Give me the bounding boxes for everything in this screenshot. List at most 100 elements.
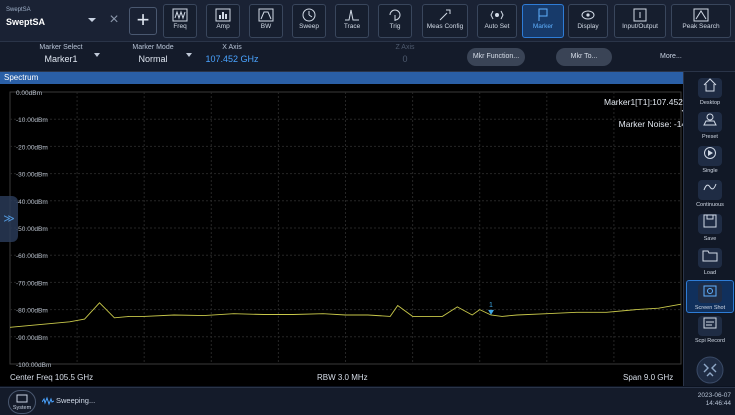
- chevron-down-icon[interactable]: [88, 16, 96, 24]
- rbw-label: RBW 3.0 MHz: [317, 373, 368, 382]
- save-button[interactable]: Save: [686, 212, 734, 245]
- app-name: SweptSA: [6, 17, 46, 27]
- wrench-icon: [439, 9, 451, 21]
- save-label: Save: [703, 236, 717, 242]
- display-label: Display: [577, 23, 599, 30]
- display-button[interactable]: Display: [568, 4, 608, 38]
- y-tick-label: 0.00dBm: [16, 90, 42, 97]
- app-title[interactable]: SweptSA SweptSA: [6, 7, 92, 37]
- marker-select-caption: Marker Select: [39, 44, 83, 51]
- x-axis-field[interactable]: X Axis 107.452 GHz: [192, 44, 272, 70]
- load-label: Load: [703, 270, 717, 276]
- desktop-button[interactable]: Desktop: [686, 76, 734, 109]
- trace-label: Trace: [343, 23, 361, 30]
- top-toolbar: SweptSA SweptSA × + Freq Amp BW Sweep Tr…: [0, 0, 735, 42]
- continuous-sweep-icon: [703, 183, 717, 191]
- screen-shot-button[interactable]: Screen Shot: [686, 280, 734, 313]
- datetime: 2023-06-07 14:46:44: [698, 392, 731, 408]
- home-icon: [703, 78, 717, 92]
- sweeping-indicator-icon: [42, 396, 54, 406]
- y-tick-label: -70.00dBm: [16, 280, 48, 287]
- eye-icon: [581, 10, 595, 20]
- input-output-icon: [633, 8, 647, 22]
- trig-label: Trig: [389, 23, 401, 30]
- app-launcher-icon[interactable]: [694, 356, 726, 384]
- scpi-record-label: Scpi Record: [695, 338, 725, 344]
- freq-label: Freq: [173, 23, 187, 30]
- meas-config-button[interactable]: Meas Config: [422, 4, 468, 38]
- z-axis-value: 0: [402, 54, 408, 64]
- auto-set-button[interactable]: Auto Set: [477, 4, 517, 38]
- peak-search-button[interactable]: Peak Search: [671, 4, 731, 38]
- single-label: Single: [702, 168, 718, 174]
- auto-set-label: Auto Set: [484, 23, 510, 30]
- marker-flag-icon: [538, 8, 548, 21]
- more-button[interactable]: More...: [660, 53, 682, 60]
- marker-label: Marker: [532, 23, 554, 30]
- marker-menu-bar: Marker Select Marker1 Marker Mode Normal…: [0, 42, 735, 72]
- desktop-label: Desktop: [699, 100, 721, 106]
- z-axis-field: Z Axis 0: [370, 44, 440, 70]
- add-window-button[interactable]: +: [129, 7, 157, 35]
- y-tick-label: -10.00dBm: [16, 117, 48, 124]
- trig-button[interactable]: Trig: [378, 4, 412, 38]
- sweep-button[interactable]: Sweep: [292, 4, 326, 38]
- freq-button[interactable]: Freq: [163, 4, 197, 38]
- app-name-small: SweptSA: [6, 7, 31, 13]
- auto-set-icon: [490, 10, 504, 20]
- single-button[interactable]: Single: [686, 144, 734, 177]
- folder-icon: [702, 250, 718, 262]
- date: 2023-06-07: [697, 392, 731, 399]
- bw-button[interactable]: BW: [249, 4, 283, 38]
- z-axis-caption: Z Axis: [395, 44, 415, 51]
- single-sweep-icon: [704, 147, 716, 159]
- spectrum-title: Spectrum: [4, 73, 39, 82]
- scpi-record-icon: [703, 317, 717, 329]
- y-tick-label: -50.00dBm: [16, 226, 48, 233]
- continuous-button[interactable]: Continuous: [686, 178, 734, 211]
- chevron-down-icon: [94, 53, 100, 57]
- y-tick-label: -100.00dBm: [16, 362, 51, 369]
- trigger-icon: [389, 9, 401, 21]
- spectrum-header: Spectrum: [0, 72, 683, 84]
- continuous-label: Continuous: [696, 202, 724, 208]
- expand-panel-button[interactable]: ≫: [0, 196, 18, 242]
- right-sidebar: Desktop Preset Single Continuous Save Lo…: [683, 72, 735, 386]
- marker-select-dropdown[interactable]: Marker Select Marker1: [16, 44, 106, 70]
- meas-config-label: Meas Config: [426, 23, 464, 30]
- mkr-function-button[interactable]: Mkr Function...: [467, 48, 525, 66]
- mkr-to-button[interactable]: Mkr To...: [556, 48, 612, 66]
- scpi-record-button[interactable]: Scpi Record: [686, 314, 734, 347]
- spectrum-trace: [9, 302, 682, 328]
- close-icon[interactable]: ×: [106, 12, 122, 28]
- y-tick-label: -20.00dBm: [16, 144, 48, 151]
- input-output-button[interactable]: Input/Output: [614, 4, 666, 38]
- peak-search-label: Peak Search: [682, 23, 720, 30]
- load-button[interactable]: Load: [686, 246, 734, 279]
- sweep-status: Sweeping...: [56, 396, 96, 405]
- marker-mode-caption: Marker Mode: [132, 44, 174, 51]
- input-output-label: Input/Output: [622, 23, 658, 30]
- y-tick-label: -40.00dBm: [16, 199, 48, 206]
- trace-button[interactable]: Trace: [335, 4, 369, 38]
- amp-label: Amp: [216, 23, 230, 30]
- screen-shot-label: Screen Shot: [694, 305, 726, 311]
- y-tick-label: -60.00dBm: [16, 253, 48, 260]
- center-freq-label: Center Freq 105.5 GHz: [10, 373, 94, 382]
- status-bar: System Sweeping... 2023-06-07 14:46:44: [0, 387, 735, 415]
- marker-mode-value: Normal: [138, 54, 168, 64]
- preset-button[interactable]: Preset: [686, 110, 734, 143]
- system-label: System: [12, 405, 32, 411]
- amp-icon: [215, 8, 231, 22]
- preset-label: Preset: [702, 134, 718, 140]
- spectrum-footer: Center Freq 105.5 GHz RBW 3.0 MHz Span 9…: [0, 370, 683, 386]
- system-button[interactable]: System: [8, 390, 36, 414]
- marker-button[interactable]: Marker: [522, 4, 564, 38]
- amp-button[interactable]: Amp: [206, 4, 240, 38]
- marker-mode-dropdown[interactable]: Marker Mode Normal: [108, 44, 198, 70]
- bw-icon: [258, 8, 274, 22]
- trace-icon: [345, 9, 359, 21]
- save-icon: [703, 214, 717, 228]
- marker-1-label: 1: [489, 302, 493, 309]
- marker-select-value: Marker1: [44, 54, 78, 64]
